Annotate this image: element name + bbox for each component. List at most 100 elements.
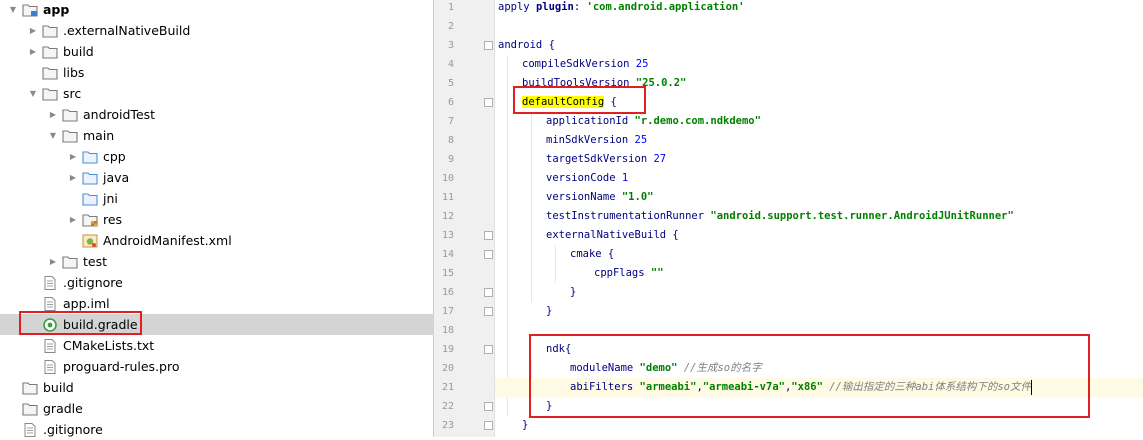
- project-tree-panel: ▼ app ▶ .externalNativeBuild ▶ build libs ▼ src ▶…: [0, 0, 461, 437]
- expand-arrow-closed-icon[interactable]: ▶: [48, 104, 58, 125]
- code-line[interactable]: minSdkVersion 25: [546, 131, 647, 150]
- line-number: 9: [447, 154, 454, 165]
- line-number: 14: [441, 249, 454, 260]
- tree-item[interactable]: build: [0, 377, 441, 398]
- code-line[interactable]: compileSdkVersion 25: [522, 55, 648, 74]
- editor-gutter: 1 2 3 4 5 6 7 8 9 10 11 12 13 14 15 16 17 18 19 20 21 22 23: [434, 0, 495, 437]
- tree-item[interactable]: libs: [0, 62, 461, 83]
- tree-item[interactable]: ▶ build: [0, 41, 461, 62]
- folder-icon: [22, 402, 38, 416]
- fold-marker-icon[interactable]: [484, 250, 493, 259]
- code-token: 25: [634, 134, 648, 146]
- file-icon: [42, 338, 58, 353]
- tree-item[interactable]: ▶ .externalNativeBuild: [0, 20, 461, 41]
- file-icon: [42, 296, 58, 311]
- tree-item[interactable]: ▼ src: [0, 83, 461, 104]
- tree-item[interactable]: proguard-rules.pro: [0, 356, 461, 377]
- line-number: 15: [441, 268, 454, 279]
- tree-item-label: cpp: [103, 149, 126, 164]
- folder-icon: [62, 108, 78, 122]
- line-number: 21: [441, 382, 454, 393]
- expand-arrow-closed-icon[interactable]: ▶: [28, 20, 38, 41]
- tree-item[interactable]: CMakeLists.txt: [0, 335, 461, 356]
- code-line[interactable]: externalNativeBuild {: [546, 226, 679, 245]
- code-token: :: [573, 1, 587, 13]
- line-number: 6: [447, 97, 454, 108]
- code-line[interactable]: cmake {: [570, 245, 614, 264]
- expand-arrow-closed-icon[interactable]: ▶: [48, 251, 58, 272]
- code-token: "": [650, 267, 664, 279]
- folder-source-icon: [82, 171, 98, 185]
- fold-marker-icon[interactable]: [484, 345, 493, 354]
- code-line[interactable]: }: [570, 283, 576, 302]
- code-line[interactable]: }: [522, 416, 528, 435]
- code-line[interactable]: targetSdkVersion 27: [546, 150, 666, 169]
- expand-arrow-closed-icon[interactable]: ▶: [68, 167, 78, 188]
- tree-item[interactable]: gradle: [0, 398, 441, 419]
- code-token: compileSdkVersion: [522, 58, 636, 70]
- code-line[interactable]: versionName "1.0": [546, 188, 653, 207]
- code-token: externalNativeBuild {: [546, 229, 679, 241]
- expand-arrow-closed-icon[interactable]: ▶: [68, 209, 78, 230]
- code-token: targetSdkVersion: [546, 153, 654, 165]
- line-number: 8: [447, 135, 454, 146]
- code-line[interactable]: testInstrumentationRunner "android.suppo…: [546, 207, 1014, 226]
- fold-marker-icon[interactable]: [484, 421, 493, 430]
- manifest-icon: [82, 234, 98, 248]
- code-line[interactable]: versionCode 1: [546, 169, 628, 188]
- fold-marker-icon[interactable]: [484, 231, 493, 240]
- fold-marker-icon[interactable]: [484, 98, 493, 107]
- expand-arrow-open-icon[interactable]: ▼: [48, 125, 58, 146]
- code-token: }: [546, 305, 553, 317]
- tree-item[interactable]: ▶ androidTest: [0, 104, 481, 125]
- code-token: plugin: [535, 1, 574, 13]
- indent-guide: [531, 112, 532, 302]
- fold-marker-icon[interactable]: [484, 402, 493, 411]
- tree-item-label: build: [43, 380, 74, 395]
- folder-icon: [62, 255, 78, 269]
- code-line[interactable]: android {: [498, 36, 555, 55]
- tree-item-label: CMakeLists.txt: [63, 338, 155, 353]
- file-icon: [42, 359, 58, 374]
- line-number: 18: [441, 325, 454, 336]
- tree-item-label: jni: [103, 191, 118, 206]
- fold-marker-icon[interactable]: [484, 41, 493, 50]
- tree-item[interactable]: ▼ app: [0, 0, 441, 20]
- code-line[interactable]: }: [546, 302, 552, 321]
- code-token: versionCode: [546, 172, 622, 184]
- code-token: android {: [498, 39, 555, 51]
- tree-item[interactable]: ▶ res: [0, 209, 501, 230]
- tree-item-label: src: [63, 86, 82, 101]
- code-token: 1: [621, 172, 629, 184]
- expand-arrow-open-icon[interactable]: ▼: [8, 0, 18, 20]
- tree-item[interactable]: ▶ test: [0, 251, 481, 272]
- tree-item-label: AndroidManifest.xml: [103, 233, 232, 248]
- expand-arrow-closed-icon[interactable]: ▶: [68, 146, 78, 167]
- code-token: 27: [653, 153, 667, 165]
- tree-item[interactable]: ▶ cpp: [0, 146, 501, 167]
- code-line[interactable]: cppFlags "": [594, 264, 664, 283]
- tree-item[interactable]: ▶ java: [0, 167, 501, 188]
- code-line[interactable]: apply plugin: 'com.android.application': [498, 0, 745, 17]
- code-token: minSdkVersion: [546, 134, 635, 146]
- expand-arrow-open-icon[interactable]: ▼: [28, 83, 38, 104]
- highlight-box-build-gradle: [19, 311, 142, 335]
- tree-item-label: app: [43, 2, 70, 17]
- fold-marker-icon[interactable]: [484, 288, 493, 297]
- fold-marker-icon[interactable]: [484, 307, 493, 316]
- line-number: 1: [447, 2, 454, 13]
- line-number: 13: [441, 230, 454, 241]
- code-line[interactable]: applicationId "r.demo.com.ndkdemo": [546, 112, 761, 131]
- tree-item-label: build: [63, 44, 94, 59]
- folder-resource-icon: [82, 213, 98, 227]
- tree-item-label: java: [103, 170, 130, 185]
- tree-item[interactable]: .gitignore: [0, 272, 461, 293]
- expand-arrow-closed-icon[interactable]: ▶: [28, 41, 38, 62]
- tree-item[interactable]: jni: [0, 188, 501, 209]
- tree-item[interactable]: AndroidManifest.xml: [0, 230, 501, 251]
- tree-item[interactable]: ▼ main: [0, 125, 481, 146]
